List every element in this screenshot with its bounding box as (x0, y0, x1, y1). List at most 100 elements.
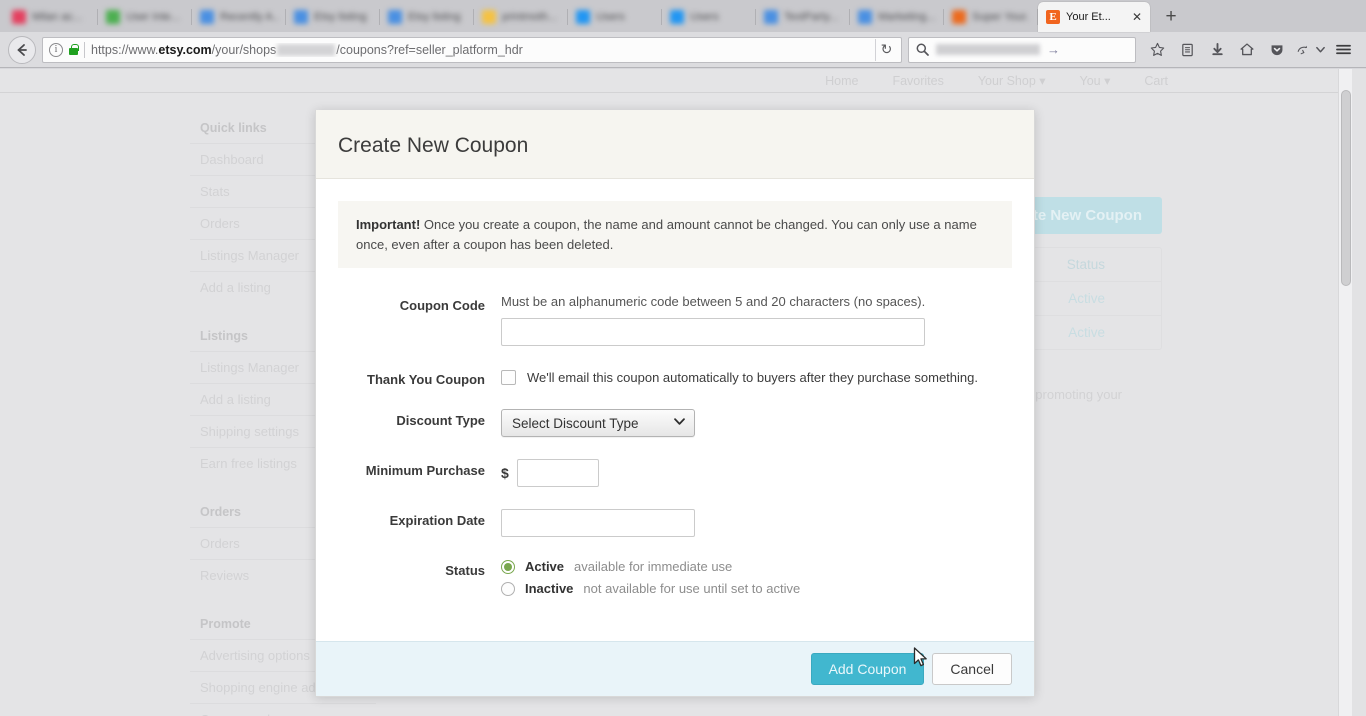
radio-active-desc: available for immediate use (574, 559, 733, 574)
browser-tab[interactable]: printmoth... (474, 2, 568, 32)
modal-body: Important! Once you create a coupon, the… (316, 179, 1034, 641)
url-prefix: https://www. (91, 42, 159, 57)
browser-tab[interactable]: TextParty... (756, 2, 850, 32)
control-status: Active available for immediate use Inact… (501, 559, 1012, 603)
radio-active-label: Active (525, 559, 565, 574)
scrollbar-thumb[interactable] (1341, 90, 1351, 286)
nav-item-your-shop[interactable]: Your Shop ▾ (978, 73, 1046, 88)
chevron-down-icon (673, 417, 686, 429)
thank-you-coupon-text: We'll email this coupon automatically to… (527, 370, 978, 385)
pocket-icon[interactable] (1262, 36, 1292, 64)
field-row-status: Status Active available for immediate us… (338, 559, 1012, 603)
lock-icon (69, 43, 79, 55)
tab-favicon-icon (482, 10, 496, 24)
browser-tab[interactable]: Users (662, 2, 756, 32)
field-row-thank-you-coupon: Thank You Coupon We'll email this coupon… (338, 368, 1012, 387)
thank-you-coupon-checkbox[interactable] (501, 370, 516, 385)
tab-label: printmoth... (502, 11, 558, 23)
minimum-purchase-line: $ (501, 459, 1012, 487)
reload-icon[interactable]: ↻ (875, 38, 897, 61)
tab-favicon-icon (294, 10, 308, 24)
url-path-before: /your/shops (211, 42, 277, 57)
label-expiration-date: Expiration Date (389, 513, 485, 528)
nav-item-home[interactable]: Home (825, 74, 858, 88)
browser-tab[interactable]: User Inte... (98, 2, 192, 32)
url-path-after: /coupons?ref=seller_platform_hdr (336, 42, 523, 57)
tab-label: Milan ac... (32, 11, 83, 23)
toolbar-icons (1142, 36, 1358, 64)
field-row-expiration-date: Expiration Date (338, 509, 1012, 537)
search-input[interactable] (936, 44, 1040, 55)
browser-tab[interactable]: Super Your... (944, 2, 1038, 32)
minimum-purchase-input[interactable] (516, 459, 599, 487)
nav-item-favorites[interactable]: Favorites (892, 74, 943, 88)
tab-label: User Inte... (126, 11, 180, 23)
browser-tab[interactable]: Etsy listing (286, 2, 380, 32)
nav-item-you[interactable]: You ▾ (1080, 73, 1111, 88)
notice-strong: Important! (356, 217, 421, 232)
browser-tab[interactable]: Users (568, 2, 662, 32)
download-icon[interactable] (1202, 36, 1232, 64)
reading-list-icon[interactable] (1172, 36, 1202, 64)
radio-active[interactable] (501, 559, 515, 574)
status-option-active[interactable]: Active available for immediate use (501, 559, 1012, 574)
navigation-toolbar: i https://www. etsy.com/your/shops/coupon… (0, 32, 1366, 68)
tab-label: Super Your... (972, 11, 1030, 23)
status-option-inactive[interactable]: Inactive not available for use until set… (501, 581, 1012, 596)
sidebar-item-coupon-codes[interactable]: Coupon codes (190, 703, 376, 716)
browser-tab-active[interactable]: E Your Et... ✕ (1038, 2, 1150, 32)
search-icon (916, 43, 929, 56)
tab-label: Etsy listing (314, 11, 367, 23)
tab-favicon-icon (858, 10, 872, 24)
nav-item-cart[interactable]: Cart (1144, 74, 1168, 88)
tab-label: Marketing... (878, 11, 936, 23)
close-icon[interactable]: ✕ (1132, 11, 1142, 23)
tab-label: Recently A... (220, 11, 278, 23)
modal-footer: Add Coupon Cancel (316, 641, 1034, 696)
page-info-icon[interactable]: i (49, 42, 63, 57)
notice-text: Once you create a coupon, the name and a… (356, 217, 977, 252)
url-divider (84, 41, 85, 58)
tab-favicon-icon (12, 10, 26, 24)
back-icon[interactable] (8, 35, 36, 64)
create-new-coupon-button[interactable]: te New Coupon (1012, 197, 1162, 234)
home-icon[interactable] (1232, 36, 1262, 64)
tab-label: Etsy listing (408, 11, 461, 23)
cancel-button[interactable]: Cancel (932, 653, 1012, 685)
browser-tab[interactable]: Marketing... (850, 2, 944, 32)
coupon-code-input[interactable] (501, 318, 925, 346)
control-coupon-code: Must be an alphanumeric code between 5 a… (501, 294, 1012, 346)
etsy-favicon-icon: E (1046, 10, 1060, 24)
discount-type-select[interactable]: Select Discount Type (501, 409, 695, 437)
add-coupon-button[interactable]: Add Coupon (810, 653, 925, 685)
search-submit-icon[interactable]: → (1047, 42, 1060, 57)
label-minimum-purchase: Minimum Purchase (365, 463, 485, 478)
modal-title: Create New Coupon (338, 134, 529, 157)
control-expiration-date (501, 509, 1012, 537)
url-text: https://www. etsy.com/your/shops/coupons?… (91, 43, 869, 57)
label-thank-you-coupon: Thank You Coupon (367, 372, 485, 387)
field-row-coupon-code: Coupon Code Must be an alphanumeric code… (338, 294, 1012, 346)
browser-tab[interactable]: Recently A... (192, 2, 286, 32)
tab-label: Users (596, 11, 625, 23)
menu-icon[interactable] (1328, 36, 1358, 64)
sync-icon[interactable] (1292, 36, 1312, 64)
search-bar[interactable]: → (908, 36, 1136, 63)
create-coupon-modal: Create New Coupon Important! Once you cr… (315, 110, 1035, 697)
page-scrollbar[interactable] (1338, 69, 1352, 716)
url-bar[interactable]: i https://www. etsy.com/your/shops/coupon… (42, 36, 902, 63)
url-domain: etsy.com (158, 42, 212, 57)
field-row-discount-type: Discount Type Select Discount Type (338, 409, 1012, 437)
expiration-date-input[interactable] (501, 509, 695, 537)
chevron-down-icon[interactable] (1312, 36, 1328, 64)
radio-inactive-label: Inactive (525, 581, 574, 596)
tab-label: Users (690, 11, 719, 23)
star-icon[interactable] (1142, 36, 1172, 64)
radio-inactive-desc: not available for use until set to activ… (583, 581, 801, 596)
control-discount-type: Select Discount Type (501, 409, 1012, 437)
radio-inactive[interactable] (501, 581, 515, 596)
new-tab-button[interactable]: + (1156, 2, 1186, 32)
browser-tab[interactable]: Milan ac... (4, 2, 98, 32)
browser-tab[interactable]: Etsy listing (380, 2, 474, 32)
tab-favicon-icon (576, 10, 590, 24)
